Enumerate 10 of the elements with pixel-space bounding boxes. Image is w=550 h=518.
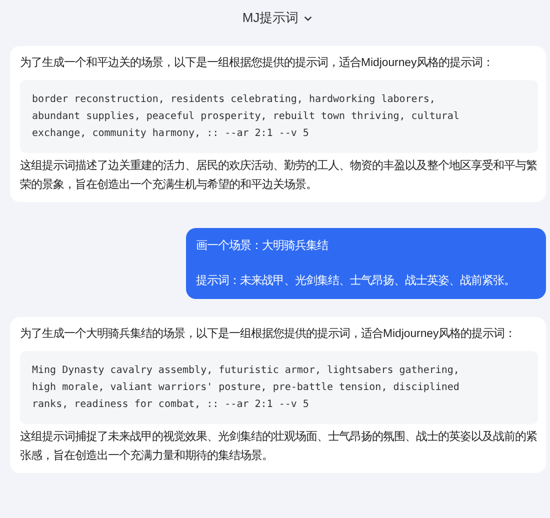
code-block: Ming Dynasty cavalry assembly, futuristic armor, lightsabers gathering, high morale, valiant warriors' posture, pre-battle tension, disciplined ranks, readiness for combat, :: --ar 2:1 --v 5 xyxy=(20,351,538,424)
message-text: 提示词：未来战甲、光剑集结、士气昂扬、战士英姿、战前紧张。 xyxy=(196,274,516,289)
chevron-down-icon xyxy=(304,16,312,20)
code-block: border reconstruction, residents celebrating, hardworking laborers, abundant supplies, peaceful prosperity, rebuilt town thriving, cultural exchange, community harmony, :: --ar 2:1 --v 5 xyxy=(20,80,538,153)
message-text: 画一个场景：大明骑兵集结 xyxy=(196,238,330,254)
message-text: 这组提示词捕捉了未来战甲的视觉效果、光剑集结的壮观场面、士气昂扬的氛围、战士的英姿以及战前的紧张感，旨在创造出一个充满力量和期待的集结场景。 xyxy=(20,429,538,464)
message-text: 为了生成一个大明骑兵集结的场景，以下是一组根据您提供的提示词，适合Midjourney风格的提示词： xyxy=(20,326,517,342)
message-text: 这组提示词描述了边关重建的活力、居民的欢庆活动、勤劳的工人、物资的丰盈以及整个地区享受和平与繁荣的景象，旨在创造出一个充满生机与希望的和平边关场景。 xyxy=(20,158,538,193)
chat-title-dropdown[interactable]: MJ提示词 xyxy=(242,9,312,27)
message-text: 为了生成一个和平边关的场景，以下是一组根据您提供的提示词，适合Midjourney风格的提示词： xyxy=(20,56,495,71)
